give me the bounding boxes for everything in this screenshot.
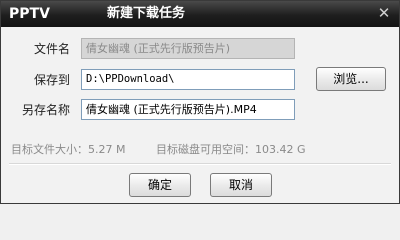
saveas-field[interactable]: 倩女幽魂 (正式先行版预告片).MP4 xyxy=(81,99,295,120)
divider xyxy=(9,163,391,165)
browse-button[interactable]: 浏览... xyxy=(316,67,386,91)
dialog-title: 新建下载任务 xyxy=(107,6,186,21)
diskspace-info: 目标磁盘可用空间：103.42 G xyxy=(156,143,306,157)
filename-label: 文件名 xyxy=(34,42,71,56)
saveto-label: 保存到 xyxy=(34,73,71,87)
pptv-logo: PPTV xyxy=(9,6,50,22)
filename-field: 倩女幽魂 (正式先行版预告片) xyxy=(81,38,295,59)
title-bar[interactable]: PPTV 新建下载任务 ✕ xyxy=(1,1,399,27)
filesize-value: 5.27 M xyxy=(88,143,126,156)
diskspace-value: 103.42 G xyxy=(255,143,306,156)
saveto-field[interactable]: D:\PPDownload\ xyxy=(81,69,295,90)
filesize-info: 目标文件大小：5.27 M xyxy=(11,143,125,157)
filesize-label: 目标文件大小： xyxy=(11,143,88,156)
new-download-dialog: PPTV 新建下载任务 ✕ 文件名 倩女幽魂 (正式先行版预告片) 保存到 D:… xyxy=(0,0,400,204)
saveas-label: 另存名称 xyxy=(22,103,71,117)
cancel-button[interactable]: 取消 xyxy=(210,173,272,197)
ok-button[interactable]: 确定 xyxy=(129,173,191,197)
diskspace-label: 目标磁盘可用空间： xyxy=(156,143,255,156)
close-icon[interactable]: ✕ xyxy=(375,4,393,22)
